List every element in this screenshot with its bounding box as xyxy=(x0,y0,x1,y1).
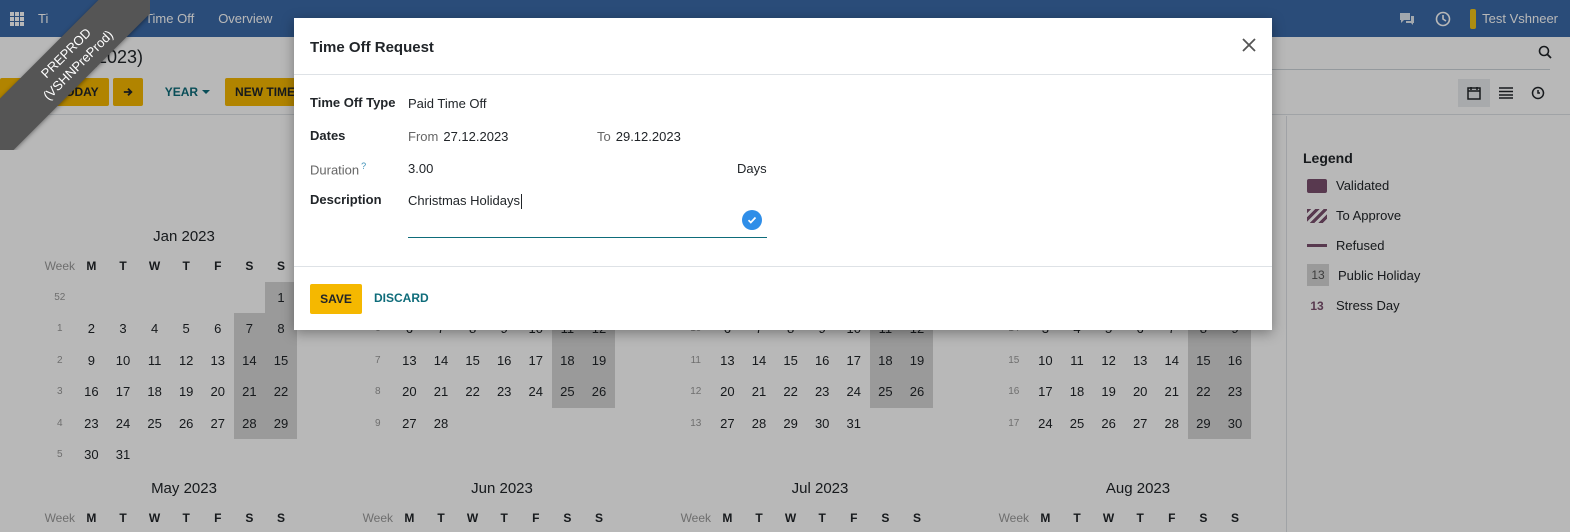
help-icon[interactable]: ? xyxy=(361,161,366,171)
date-from-group: From 27.12.2023 xyxy=(408,129,508,144)
date-to-field[interactable]: 29.12.2023 xyxy=(616,129,681,144)
modal-title: Time Off Request xyxy=(310,39,434,56)
check-icon[interactable] xyxy=(742,210,762,230)
description-text: Christmas Holidays xyxy=(408,193,520,208)
time-off-type-field[interactable]: Paid Time Off xyxy=(408,96,487,111)
description-input[interactable]: Christmas Holidays xyxy=(408,190,767,238)
environment-ribbon: PREPROD (VSHNPreProd) xyxy=(0,0,150,150)
duration-label-text: Duration xyxy=(310,162,360,178)
from-label: From xyxy=(408,129,439,144)
duration-unit: Days xyxy=(737,161,767,176)
time-off-type-label: Time Off Type xyxy=(310,95,396,110)
to-label: To xyxy=(597,129,611,144)
ribbon-line-2: (VSHNPreProd) xyxy=(40,27,117,104)
modal-header: Time Off Request xyxy=(294,18,1272,75)
date-to-group: To 29.12.2023 xyxy=(597,129,681,144)
close-icon[interactable] xyxy=(1240,36,1258,54)
time-off-request-dialog: Time Off Request Time Off Type Paid Time… xyxy=(294,18,1272,330)
dates-label: Dates xyxy=(310,128,346,143)
description-label: Description xyxy=(310,192,382,207)
text-caret xyxy=(520,194,522,210)
modal-footer: SAVE DISCARD xyxy=(294,266,1272,330)
discard-button[interactable]: DISCARD xyxy=(374,291,429,305)
date-from-field[interactable]: 27.12.2023 xyxy=(443,129,508,144)
duration-field[interactable]: 3.00 xyxy=(408,161,433,176)
duration-label: Duration? xyxy=(310,161,366,177)
save-button[interactable]: SAVE xyxy=(310,284,362,314)
